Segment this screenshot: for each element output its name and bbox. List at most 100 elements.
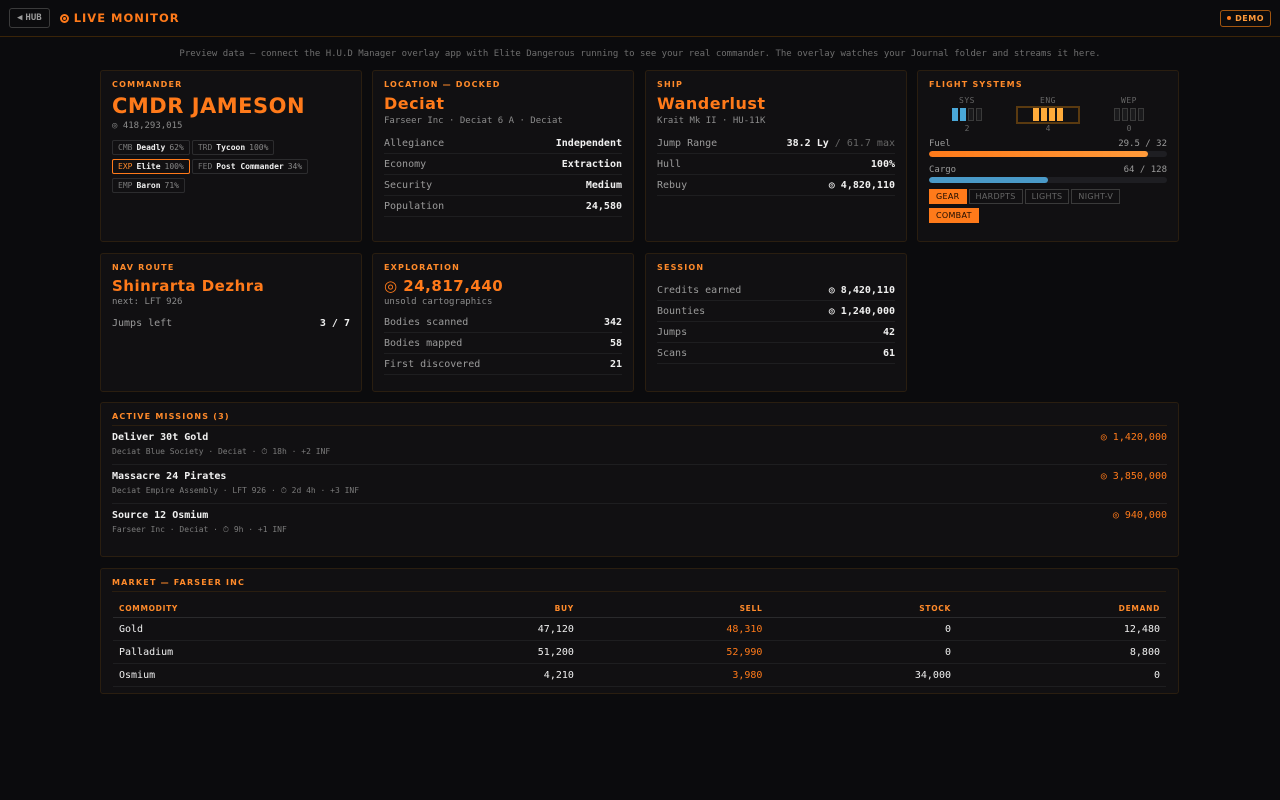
location-rows: Allegiance Independent Economy Extraction Se… [384,133,622,217]
stat-row: First discovered 21 [384,354,622,375]
mission-reward: ◎ 940,000 [1112,510,1167,521]
market-col-stock[interactable]: STOCK [768,604,957,618]
rebuy-label: Rebuy [657,179,688,191]
missions-card: ACTIVE MISSIONS (3) Deliver 30t Gold Deci… [100,402,1179,557]
stat-label: Credits earned [657,284,742,296]
stat-value: Independent [555,137,622,149]
stat-label: Security [384,179,433,191]
mission-name: Source 12 Osmium [112,510,209,521]
stat-label: Economy [384,158,427,170]
stat-row: Jumps 42 [657,322,895,343]
market-header-row: COMMODITY BUY SELL STOCK DEMAND [113,604,1166,618]
stat-row: Scans 61 [657,343,895,364]
missions-title: ACTIVE MISSIONS (3) [112,412,1167,426]
stat-row: Security Medium [384,175,622,196]
hull-label: Hull [657,158,682,170]
ship-sub: Krait Mk II · HU-11K [657,116,766,126]
market-row[interactable]: Palladium 51,200 52,990 0 8,800 [113,640,1166,664]
market-cell: Osmium [113,663,392,687]
cargo-label: Cargo [929,165,957,175]
session-card: SESSION Credits earned ◎ 8,420,110 Bountie… [645,253,907,392]
market-col-commodity[interactable]: COMMODITY [113,604,392,618]
toggle-combat[interactable]: COMBAT [929,208,979,223]
market-col-buy[interactable]: BUY [391,604,580,618]
hull-value: 100% [870,158,895,170]
pip-value: 2 [964,124,970,133]
session-title: SESSION [657,263,705,272]
pip-segment [1130,108,1136,121]
market-cell: 47,120 [391,617,580,641]
rank-name: Deadly [136,143,166,152]
market-cell: Palladium [113,640,392,664]
market-body: Gold 47,120 48,310 0 12,480 Palladium 51,200 52… [113,617,1166,687]
rank-abbr: FED [197,162,213,171]
rebuy-row: Rebuy ◎ 4,820,110 [657,175,895,196]
rank-name: Tycoon [216,143,246,152]
mission-list: Deliver 30t Gold Deciat Blue Society · De… [112,426,1167,543]
rebuy-value: ◎ 4,820,110 [828,179,895,191]
market-card: MARKET — FARSEER INC COMMODITY BUY SELL STO… [100,568,1179,694]
jumps-left-label: Jumps left [112,318,173,329]
session-rows: Credits earned ◎ 8,420,110 Bounties ◎ 1,240… [657,280,895,364]
pip-group-sys: SYS 2 [937,96,997,133]
stat-value: 342 [603,316,622,328]
fuel-bar-fill [929,151,1149,157]
demo-label: DEMO [1235,13,1264,23]
pip-bars [1099,108,1159,122]
toggle-hardpts[interactable]: HARDPTS [968,189,1023,204]
pip-segment [1041,108,1047,121]
hub-back-button[interactable]: ◀ HUB [9,8,50,28]
jump-range-label: Jump Range [657,137,718,149]
market-col-demand[interactable]: DEMAND [957,604,1166,618]
top-bar: ◀ HUB LIVE MONITOR DEMO [0,0,1280,37]
mission-info: Deliver 30t Gold Deciat Blue Society · De… [112,432,330,457]
market-cell: 3,980 [579,663,769,687]
pip-label: SYS [959,96,975,105]
market-table: COMMODITY BUY SELL STOCK DEMAND Gold 47,120 48… [113,604,1166,687]
stat-value: ◎ 1,240,000 [828,305,895,317]
ship-title: SHIP [657,80,684,89]
market-row[interactable]: Gold 47,120 48,310 0 12,480 [113,617,1166,641]
preview-notice: Preview data — connect the H.U.D Manager… [179,49,1101,59]
pip-segment [960,108,966,121]
toggle-night-v[interactable]: NIGHT-V [1071,189,1121,204]
toggle-lights[interactable]: LIGHTS [1024,189,1070,204]
rank-abbr: CMB [118,143,133,152]
stat-value: Medium [585,179,622,191]
mission-row[interactable]: Deliver 30t Gold Deciat Blue Society · De… [112,426,1167,465]
pip-segment [976,108,982,121]
market-col-sell[interactable]: SELL [579,604,769,618]
cargo-bar [929,177,1167,183]
hull-row: Hull 100% [657,154,895,175]
market-cell: 48,310 [579,617,769,641]
toggle-gear[interactable]: GEAR [929,189,967,204]
mission-detail: Deciat Empire Assembly · LFT 926 · ⏱ 2d … [112,486,360,495]
pip-segment [968,108,974,121]
mission-row[interactable]: Source 12 Osmium Farseer Inc · Deciat · ⏱… [112,504,1167,543]
demo-badge[interactable]: DEMO [1220,9,1271,27]
cargo-meter-block: Cargo 64 / 128 [929,165,1167,183]
location-card: LOCATION — DOCKED Deciat Farseer Inc · D… [372,70,634,242]
rank-badge: CMB Deadly 62% [112,140,190,155]
stat-label: Bodies scanned [384,316,469,328]
rank-pct: 71% [164,181,179,190]
stat-label: Scans [657,347,688,359]
mission-row[interactable]: Massacre 24 Pirates Deciat Empire Assembl… [112,465,1167,504]
market-row[interactable]: Osmium 4,210 3,980 34,000 0 [113,663,1166,687]
rank-pct: 100% [249,143,269,152]
pip-segment [1138,108,1144,121]
rank-badge: EXP Elite 100% [112,159,190,174]
market-cell: 8,800 [957,640,1166,664]
stat-label: First discovered [384,358,481,370]
fuel-meter-block: Fuel 29.5 / 32 [929,139,1167,157]
mission-info: Source 12 Osmium Farseer Inc · Deciat · ⏱… [112,510,287,535]
commander-title: COMMANDER [112,80,183,89]
jump-range-value: 38.2 Ly [786,137,829,149]
stat-value: 42 [882,326,895,338]
cargo-value: 64 / 128 [1123,165,1167,175]
flight-systems-title: FLIGHT SYSTEMS [929,80,1023,89]
market-cell: 0 [957,663,1166,687]
location-title: LOCATION — DOCKED [384,80,501,89]
stat-value: ◎ 8,420,110 [828,284,895,296]
market-cell: 34,000 [768,663,957,687]
